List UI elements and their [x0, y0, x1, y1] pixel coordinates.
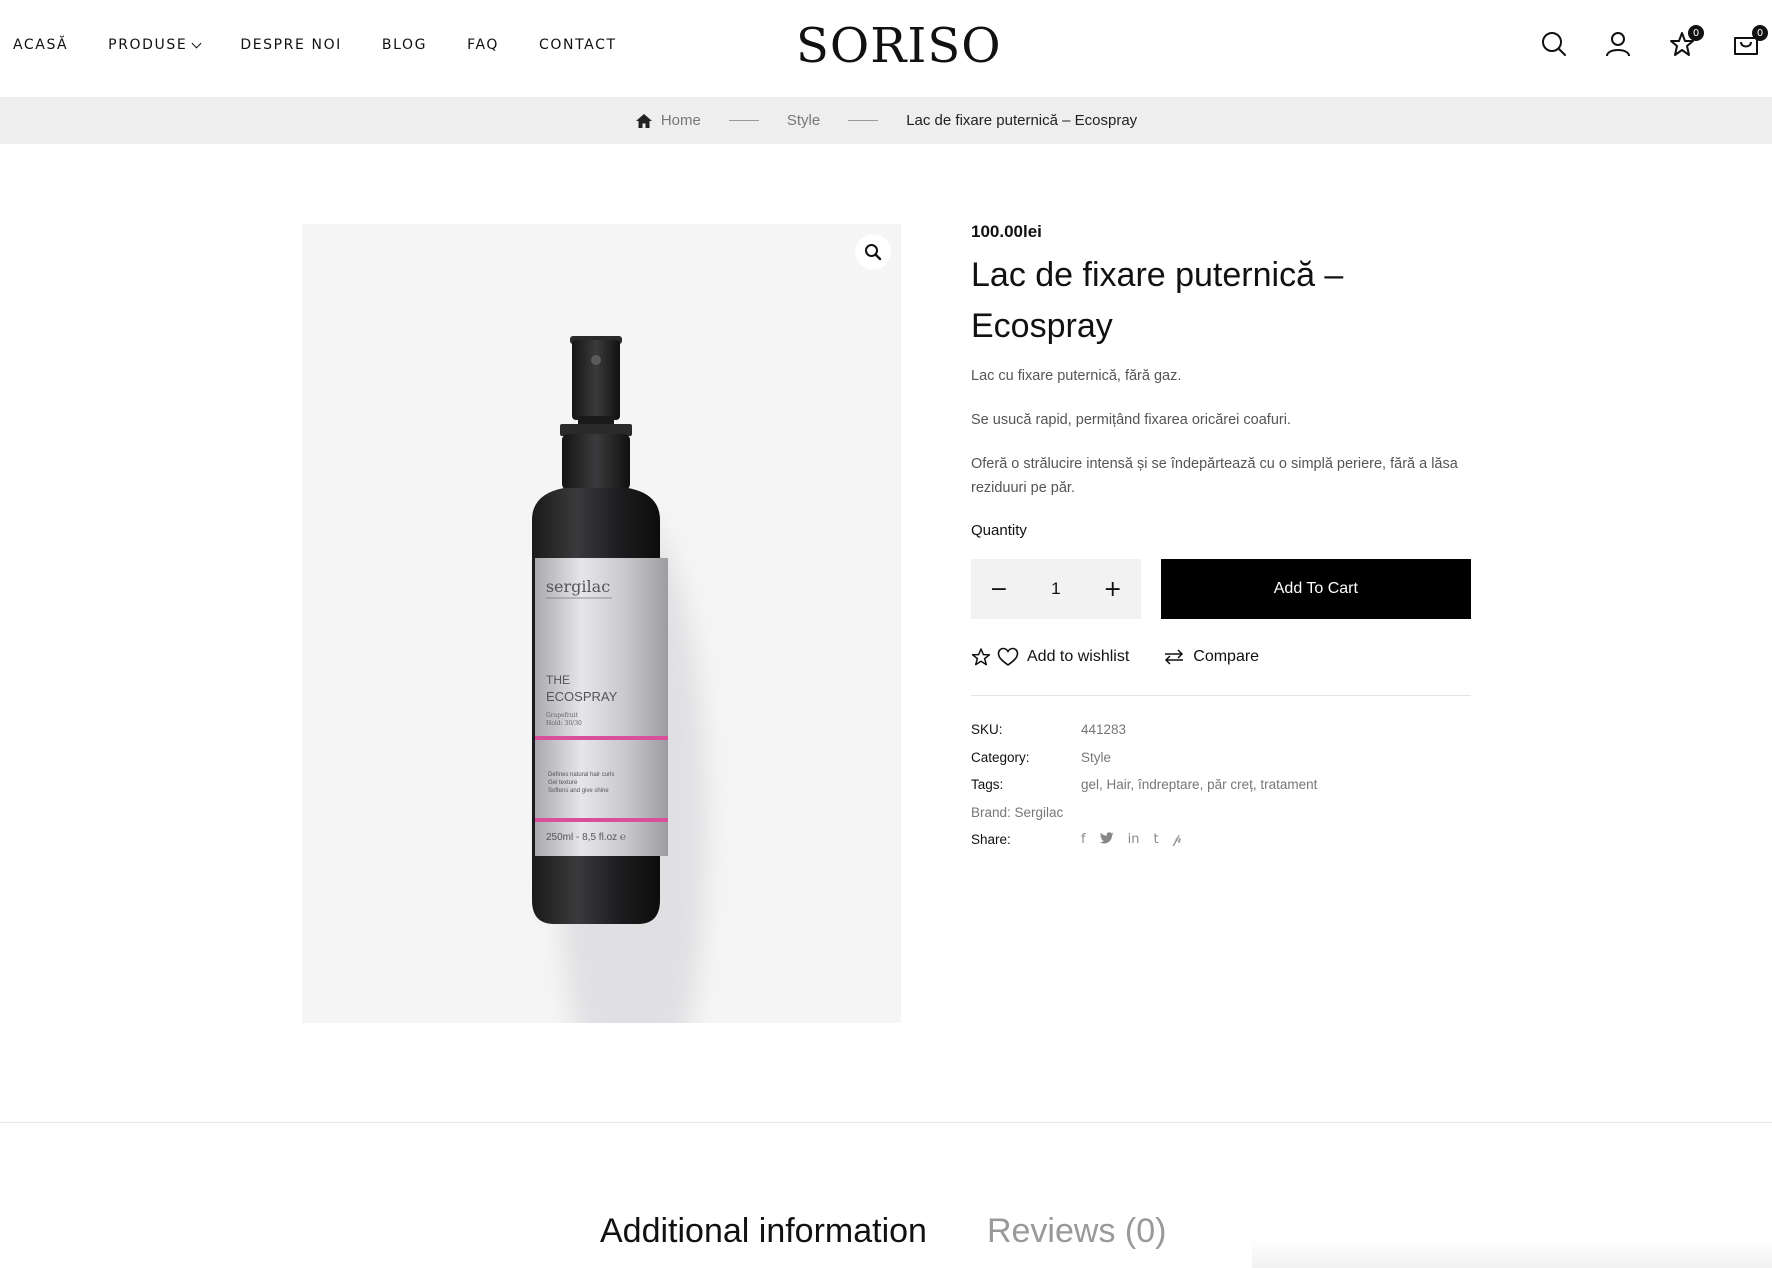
meta-tags-row: Tags: gel, Hair, îndreptare, păr creț, t… — [971, 771, 1471, 799]
breadcrumb-separator — [728, 120, 759, 121]
site-logo[interactable]: SORISO — [796, 18, 1002, 74]
compare-button[interactable]: Compare — [1163, 648, 1259, 666]
meta-brand-row: Brand: Sergilac — [971, 799, 1471, 827]
quantity-input[interactable] — [1025, 579, 1086, 599]
quantity-label: Quantity — [971, 522, 1027, 539]
nav-faq-label: FAQ — [467, 37, 500, 53]
description-paragraph: Se usucă rapid, permițând fixarea oricăr… — [971, 412, 1291, 428]
label-volume: 250ml - 8,5 fl.oz ℮ — [546, 832, 626, 843]
star-icon — [971, 648, 991, 666]
quantity-stepper: − + — [971, 559, 1141, 619]
cart-count-badge: 0 — [1752, 25, 1768, 41]
cart-icon[interactable]: 0 — [1732, 25, 1768, 58]
nav-acasa-label: ACASĂ — [13, 37, 69, 53]
tags-links[interactable]: gel, Hair, îndreptare, păr creț, tratame… — [1081, 777, 1317, 792]
nav-faq[interactable]: FAQ — [467, 37, 499, 53]
product-price: 100.00lei — [971, 222, 1042, 241]
share-icons: f in t 𝓅 — [1081, 832, 1196, 848]
nav-produse[interactable]: PRODUSE — [108, 37, 202, 53]
nav-despre-noi[interactable]: DESPRE NOI — [240, 37, 342, 53]
description-paragraph: Lac cu fixare puternică, fără gaz. — [971, 368, 1182, 384]
nav-contact-label: CONTACT — [539, 37, 617, 53]
label-small2: Hold: 30/30 — [546, 720, 582, 727]
product-meta: SKU: 441283 Category: Style Tags: gel, H… — [971, 716, 1471, 854]
label-desc3: Softens and give shine — [548, 788, 609, 794]
meta-share-row: Share: f in t 𝓅 — [971, 826, 1471, 854]
label-line2: ECOSPRAY — [546, 689, 618, 704]
breadcrumb-separator — [848, 120, 879, 121]
main-nav: ACASĂ PRODUSE DESPRE NOI BLOG FAQ CONTAC… — [13, 37, 657, 53]
product-gallery[interactable]: sergilac THE ECOSPRAY Grapefruit Hold: 3… — [302, 224, 901, 1023]
nav-acasa[interactable]: ACASĂ — [13, 37, 68, 53]
wishlist-count-badge: 0 — [1688, 25, 1704, 41]
wishlist-label: Add to wishlist — [1027, 648, 1130, 665]
meta-category-row: Category: Style — [971, 744, 1471, 772]
add-to-cart-button[interactable]: Add To Cart — [1160, 559, 1471, 619]
share-label: Share: — [971, 832, 1011, 848]
floating-panel-shadow — [1252, 1238, 1772, 1268]
tumblr-icon[interactable]: t — [1153, 832, 1158, 847]
section-divider — [0, 1122, 1772, 1123]
nav-blog[interactable]: BLOG — [382, 37, 427, 53]
tab-reviews[interactable]: Reviews (0) — [987, 1212, 1166, 1251]
breadcrumb: Home Style Lac de fixare puternică – Eco… — [0, 97, 1772, 144]
tab-additional-information[interactable]: Additional information — [600, 1212, 927, 1251]
sku-label: SKU: — [971, 722, 1003, 738]
product-summary: 100.00lei Lac de fixare puternică – Ecos… — [971, 222, 1471, 854]
nav-produse-label: PRODUSE — [108, 37, 188, 53]
compare-icon — [1165, 649, 1184, 665]
label-small1: Grapefruit — [546, 712, 579, 719]
twitter-icon[interactable] — [1099, 832, 1114, 848]
brand-text: Brand: Sergilac — [971, 804, 1064, 820]
breadcrumb-home[interactable]: Home — [661, 112, 701, 129]
product-tabs: Additional information Reviews (0) — [600, 1212, 1226, 1251]
breadcrumb-category[interactable]: Style — [787, 112, 820, 129]
cart-row: − + Add To Cart — [971, 559, 1471, 619]
description-paragraph: Oferă o strălucire intensă și se îndepăr… — [971, 456, 1458, 496]
heart-icon — [997, 647, 1019, 666]
meta-sku-row: SKU: 441283 — [971, 716, 1471, 744]
header-icons: 0 0 — [1504, 25, 1772, 58]
facebook-icon[interactable]: f — [1081, 832, 1086, 847]
nav-despre-noi-label: DESPRE NOI — [240, 37, 342, 53]
label-brand: sergilac — [546, 577, 610, 596]
search-icon[interactable] — [1540, 30, 1568, 58]
nav-contact[interactable]: CONTACT — [539, 37, 617, 53]
quantity-decrease-button[interactable]: − — [989, 577, 1009, 602]
wishlist-star-icon[interactable]: 0 — [1668, 25, 1704, 58]
breadcrumb-current: Lac de fixare puternică – Ecospray — [906, 112, 1138, 129]
label-desc1: Defines natural hair curls — [548, 772, 614, 778]
product-actions: Add to wishlist Compare — [971, 647, 1471, 667]
product-description: Lac cu fixare puternică, fără gaz. Se us… — [971, 364, 1471, 500]
chevron-down-icon — [191, 38, 202, 48]
user-icon[interactable] — [1604, 30, 1632, 58]
quantity-increase-button[interactable]: + — [1103, 577, 1123, 602]
home-icon — [635, 113, 653, 129]
site-header: ACASĂ PRODUSE DESPRE NOI BLOG FAQ CONTAC… — [0, 0, 1772, 97]
tags-label: Tags: — [971, 777, 1004, 793]
category-link[interactable]: Style — [1081, 750, 1111, 765]
nav-blog-label: BLOG — [381, 37, 428, 53]
label-line1: THE — [546, 673, 570, 687]
linkedin-icon[interactable]: in — [1128, 832, 1140, 847]
add-to-wishlist-button[interactable]: Add to wishlist — [971, 647, 1129, 667]
product-image: sergilac THE ECOSPRAY Grapefruit Hold: 3… — [532, 336, 707, 1023]
product-title: Lac de fixare puternică – Ecospray — [971, 256, 1344, 345]
label-desc2: Gel texture — [548, 780, 578, 786]
compare-label: Compare — [1193, 648, 1260, 665]
summary-divider — [971, 695, 1471, 696]
category-label: Category: — [971, 749, 1030, 765]
pinterest-icon[interactable]: 𝓅 — [1173, 832, 1182, 847]
sku-value: 441283 — [1081, 722, 1127, 738]
